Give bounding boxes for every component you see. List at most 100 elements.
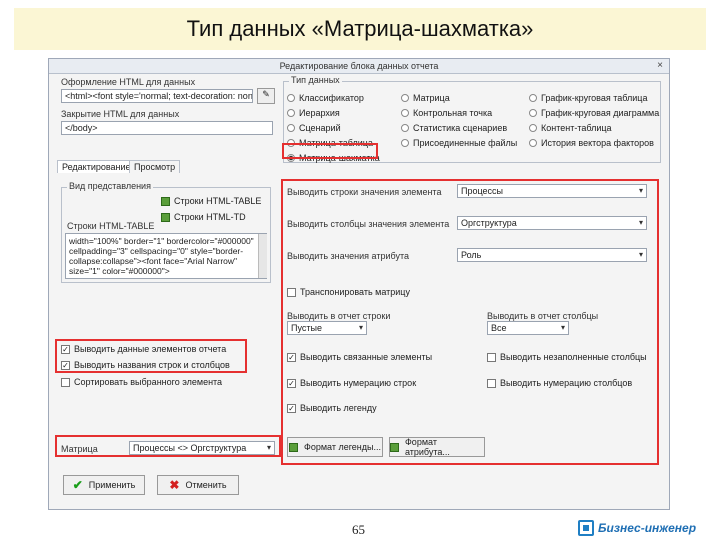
cols-label: Выводить столбцы значения элемента [287,219,450,229]
type-option-1[interactable]: Матрица [401,93,450,103]
type-option-label: Контент-таблица [541,123,612,133]
table-code-label: Строки HTML-TABLE [67,221,155,231]
type-option-2[interactable]: График-круговая таблица [529,93,647,103]
type-option-7[interactable]: Статистика сценариев [401,123,507,133]
radio-icon[interactable] [529,124,537,132]
legend-icon [288,442,298,452]
chevron-down-icon: ▾ [638,186,643,195]
string-td-label: Строки HTML-TD [174,212,246,222]
right-check-4-box[interactable]: ✓ [287,403,296,413]
view-group-title: Вид представления [67,181,153,191]
matrix-select[interactable]: Процессы <> Оргструктура ▾ [129,441,275,455]
cols-select[interactable]: Оргструктура ▾ [457,216,647,230]
radio-icon[interactable] [287,94,295,102]
slide-title: Тип данных «Матрица-шахматка» [186,16,534,41]
chevron-down-icon: ▾ [638,218,643,227]
values-select-value: Роль [461,250,482,260]
check-icon: ✔ [72,478,83,492]
left-check-2[interactable]: Сортировать выбранного элемента [61,377,222,387]
radio-icon[interactable] [529,139,537,147]
right-check-0-box[interactable]: ✓ [287,352,296,362]
type-option-5[interactable]: График-круговая диаграмма [529,108,659,118]
type-option-label: Классификатор [299,93,364,103]
header-html-input[interactable]: <html><font style='normal; text-decorati… [61,89,253,103]
type-option-10[interactable]: Присоединенные файлы [401,138,517,148]
type-option-3[interactable]: Иерархия [287,108,340,118]
type-option-label: Матрица-шахматка [299,153,380,163]
right-check-3-box[interactable] [487,378,496,388]
left-check-1[interactable]: ✓ Выводить названия строк и столбцов [61,360,230,370]
string-table-option[interactable]: Строки HTML-TABLE [161,196,261,206]
left-check-0[interactable]: ✓ Выводить данные элементов отчета [61,344,226,354]
radio-icon[interactable] [401,124,409,132]
dialog-title: Редактирование блока данных отчета [279,61,439,71]
right-check-4-label: Выводить легенду [300,403,377,413]
type-option-6[interactable]: Сценарий [287,123,341,133]
right-check-0-label: Выводить связанные элементы [300,352,433,362]
right-check-1-box[interactable] [487,352,496,362]
type-option-9[interactable]: Матрица-таблица [287,138,373,148]
chevron-down-icon: ▾ [560,323,565,332]
legend-format-button[interactable]: Формат легенды... [287,437,383,457]
right-check-1[interactable]: Выводить незаполненные столбцы [487,352,647,362]
chevron-down-icon: ▾ [638,250,643,259]
radio-icon[interactable] [287,124,295,132]
out-rows-label: Выводить в отчет строки [287,311,391,321]
radio-icon[interactable] [401,139,409,147]
matrix-select-value: Процессы <> Оргструктура [133,443,247,453]
footer-html-input[interactable]: </body> [61,121,273,135]
transpose-check[interactable]: Транспонировать матрицу [287,287,410,297]
right-check-4[interactable]: ✓ Выводить легенду [287,403,377,413]
type-option-8[interactable]: Контент-таблица [529,123,612,133]
left-check-0-label: Выводить данные элементов отчета [74,344,227,354]
left-check-0-box[interactable]: ✓ [61,344,70,354]
type-option-label: График-круговая диаграмма [541,108,660,118]
table-code-textarea[interactable]: width="100%" border="1" bordercolor="#00… [65,233,267,279]
close-icon[interactable]: × [657,59,663,73]
out-rows-select[interactable]: Пустые ▾ [287,321,367,335]
edit-html-button[interactable]: ✎ [257,88,275,104]
data-type-group-title: Тип данных [289,75,342,85]
type-option-4[interactable]: Контрольная точка [401,108,492,118]
right-check-2-box[interactable]: ✓ [287,378,296,388]
tab-edit[interactable]: Редактирование [57,160,136,173]
values-select[interactable]: Роль ▾ [457,248,647,262]
transpose-check-box[interactable] [287,287,296,297]
type-option-label: Матрица-таблица [299,138,373,148]
table-icon [161,196,170,206]
report-block-dialog: Редактирование блока данных отчета × Офо… [48,58,670,510]
td-icon [161,212,170,222]
attr-format-button[interactable]: Формат атрибута... [389,437,485,457]
radio-icon[interactable] [529,109,537,117]
type-option-0[interactable]: Классификатор [287,93,364,103]
out-cols-select[interactable]: Все ▾ [487,321,569,335]
radio-icon[interactable] [401,109,409,117]
type-option-label: Статистика сценариев [413,123,508,133]
radio-icon[interactable] [287,139,295,147]
right-check-3[interactable]: Выводить нумерацию столбцов [487,378,632,388]
string-td-option[interactable]: Строки HTML-TD [161,212,246,222]
radio-icon[interactable] [529,94,537,102]
type-option-11[interactable]: История вектора факторов [529,138,654,148]
tab-preview[interactable]: Просмотр [129,160,181,173]
right-check-2[interactable]: ✓ Выводить нумерацию строк [287,378,416,388]
apply-button[interactable]: ✔ Применить [63,475,145,495]
radio-icon[interactable] [401,94,409,102]
radio-icon[interactable] [287,109,295,117]
cancel-button[interactable]: ✖ Отменить [157,475,239,495]
left-check-1-box[interactable]: ✓ [61,360,70,370]
radio-icon[interactable] [287,154,295,162]
right-check-3-label: Выводить нумерацию столбцов [500,378,633,388]
values-label: Выводить значения атрибута [287,251,409,261]
string-table-label: Строки HTML-TABLE [174,196,262,206]
rows-select[interactable]: Процессы ▾ [457,184,647,198]
right-check-2-label: Выводить нумерацию строк [300,378,417,388]
right-check-1-label: Выводить незаполненные столбцы [500,352,647,362]
type-option-12[interactable]: Матрица-шахматка [287,153,380,163]
cols-select-value: Оргструктура [461,218,517,228]
legend-format-label: Формат легенды... [303,442,381,452]
right-check-0[interactable]: ✓ Выводить связанные элементы [287,352,432,362]
left-check-2-box[interactable] [61,377,70,387]
table-code-scrollbar[interactable] [258,234,267,278]
brand-name: Бизнес-инженер [598,521,697,535]
